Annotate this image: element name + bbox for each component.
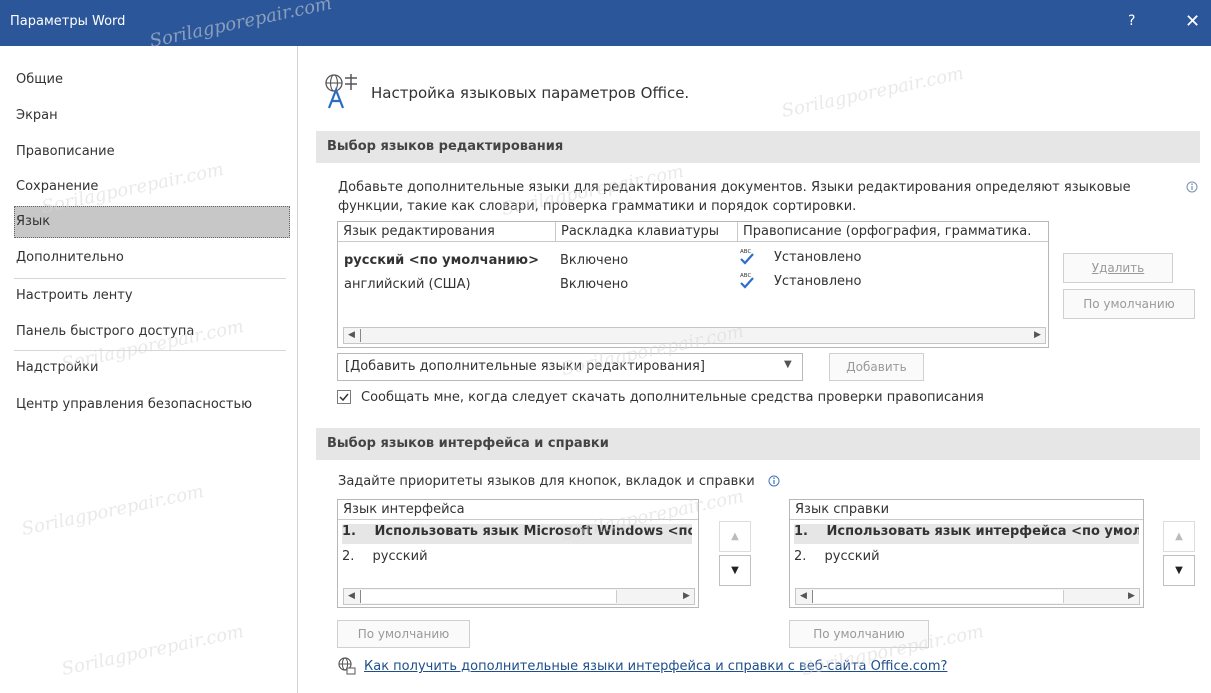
ui-description: Задайте приоритеты языков для кнопок, вк…: [338, 474, 755, 489]
scroll-thumb[interactable]: [360, 590, 617, 603]
chevron-down-icon[interactable]: ▼: [784, 359, 792, 370]
scroll-right-icon[interactable]: ▶: [679, 589, 694, 604]
close-button[interactable]: ✕: [1185, 11, 1200, 32]
add-language-button[interactable]: Добавить: [829, 353, 924, 381]
globe-icon: [338, 657, 356, 675]
list-item-number: 1.: [794, 524, 808, 539]
table-row-keyboard: Включено: [560, 253, 629, 268]
move-up-button[interactable]: ▲: [719, 521, 751, 552]
list-item-label: русский: [372, 549, 428, 564]
editing-languages-table[interactable]: Язык редактирования Раскладка клавиатуры…: [337, 221, 1049, 348]
horizontal-scrollbar[interactable]: ◀ ▶: [343, 588, 695, 605]
sidebar-item-save[interactable]: Сохранение: [16, 177, 98, 197]
spellcheck-icon: ABC: [740, 249, 754, 265]
table-row-keyboard: Включено: [560, 277, 629, 292]
svg-text:ABC: ABC: [740, 273, 751, 279]
list-item-number: 2.: [794, 549, 807, 564]
remove-button[interactable]: Удалить: [1063, 253, 1173, 283]
add-language-dropdown-value: [Добавить дополнительные языки редактиро…: [345, 359, 705, 374]
list-item-number: 1.: [342, 524, 356, 539]
notify-checkbox[interactable]: [337, 390, 351, 404]
column-header-keyboard[interactable]: Раскладка клавиатуры: [556, 222, 738, 242]
add-language-dropdown[interactable]: [Добавить дополнительные языки редактиро…: [337, 353, 803, 381]
table-row-proofing: Установлено: [774, 274, 862, 289]
interface-list-header: Язык интерфейса: [338, 500, 698, 520]
title-bar: Параметры Word ? ✕: [0, 0, 1211, 46]
list-item-label: русский: [824, 549, 880, 564]
horizontal-scrollbar[interactable]: ◀ ▶: [795, 588, 1140, 605]
scroll-left-icon[interactable]: ◀: [796, 589, 811, 604]
info-icon[interactable]: [768, 475, 780, 487]
sidebar-divider: [14, 278, 286, 279]
sidebar-item-addins[interactable]: Надстройки: [16, 358, 98, 378]
list-item[interactable]: 2. русский: [342, 549, 428, 564]
list-item[interactable]: 2. русский: [794, 549, 880, 564]
scroll-left-icon[interactable]: ◀: [344, 328, 359, 343]
list-item[interactable]: 1. Использовать язык интерфейса <по умол: [794, 524, 1139, 544]
ui-section-title: Выбор языков интерфейса и справки: [327, 436, 609, 451]
scroll-right-icon[interactable]: ▶: [1030, 328, 1045, 343]
sidebar-item-proofing[interactable]: Правописание: [16, 142, 115, 162]
column-header-editing-language[interactable]: Язык редактирования: [338, 222, 556, 242]
editing-description-line2: функции, такие как словари, проверка гра…: [338, 199, 857, 214]
sidebar-item-general[interactable]: Общие: [16, 70, 63, 90]
table-row-language[interactable]: английский (США): [344, 277, 471, 292]
svg-text:ABC: ABC: [740, 249, 751, 255]
ui-section-header: Выбор языков интерфейса и справки: [316, 428, 1200, 460]
list-item-number: 2.: [342, 549, 355, 564]
sidebar-divider: [14, 350, 286, 351]
help-button[interactable]: ?: [1128, 13, 1135, 29]
interface-language-list[interactable]: Язык интерфейса 1. Использовать язык Mic…: [337, 499, 699, 608]
list-item-label: Использовать язык интерфейса <по умол: [826, 524, 1139, 539]
watermark: Sorilagporepair.com: [779, 62, 966, 123]
sidebar-item-customize-ribbon[interactable]: Настроить ленту: [16, 286, 133, 306]
checkmark-icon: [339, 393, 349, 402]
editing-section-title: Выбор языков редактирования: [327, 139, 564, 154]
move-down-button[interactable]: ▼: [719, 555, 751, 586]
scroll-left-icon[interactable]: ◀: [344, 589, 359, 604]
language-icon: [325, 74, 357, 109]
notify-checkbox-label[interactable]: Сообщать мне, когда следует скачать допо…: [361, 390, 984, 405]
column-header-proofing[interactable]: Правописание (орфография, грамматика.: [738, 222, 1048, 242]
editing-description-line1: Добавьте дополнительные языки для редакт…: [338, 180, 1131, 195]
sidebar-item-trust-center[interactable]: Центр управления безопасностью: [16, 395, 252, 415]
help-default-button[interactable]: По умолчанию: [789, 620, 929, 648]
sidebar-selected-highlight: [14, 206, 290, 238]
interface-default-button[interactable]: По умолчанию: [337, 620, 470, 648]
scroll-thumb[interactable]: [812, 590, 1064, 603]
scroll-thumb[interactable]: [360, 329, 361, 342]
table-row-proofing: Установлено: [774, 250, 862, 265]
list-item[interactable]: 1. Использовать язык Microsoft Windows <…: [342, 524, 692, 544]
office-languages-link[interactable]: Как получить дополнительные языки интерф…: [364, 659, 947, 674]
help-list-header: Язык справки: [790, 500, 1143, 520]
sidebar-item-language[interactable]: Язык: [16, 212, 50, 232]
scroll-right-icon[interactable]: ▶: [1124, 589, 1139, 604]
horizontal-scrollbar[interactable]: ◀ ▶: [343, 327, 1046, 344]
table-row-language[interactable]: русский <по умолчанию>: [344, 253, 539, 268]
move-up-button[interactable]: ▲: [1163, 521, 1195, 552]
sidebar-item-quick-access[interactable]: Панель быстрого доступа: [16, 322, 194, 342]
window-title: Параметры Word: [10, 14, 126, 29]
move-down-button[interactable]: ▼: [1163, 555, 1195, 586]
editing-section-header: Выбор языков редактирования: [316, 131, 1200, 163]
spellcheck-icon: ABC: [740, 273, 754, 289]
set-default-button[interactable]: По умолчанию: [1063, 289, 1195, 319]
sidebar-item-advanced[interactable]: Дополнительно: [16, 248, 124, 268]
list-item-label: Использовать язык Microsoft Windows <по …: [374, 524, 692, 539]
sidebar-item-display[interactable]: Экран: [16, 106, 58, 126]
page-title: Настройка языковых параметров Office.: [371, 84, 690, 102]
help-language-list[interactable]: Язык справки 1. Использовать язык интерф…: [789, 499, 1144, 608]
info-icon[interactable]: [1186, 181, 1198, 193]
